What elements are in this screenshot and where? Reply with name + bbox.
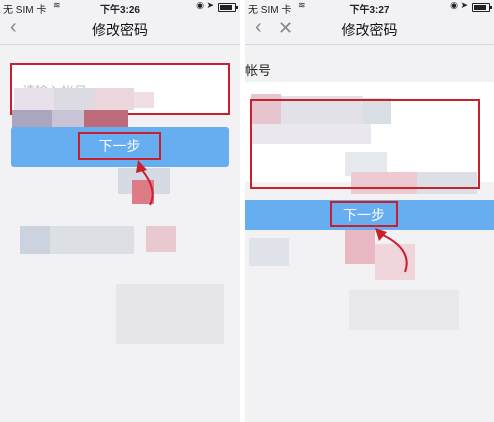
left-phone-screen: 无 SIM 卡 ≋ 下午3:26 ◉ ➤ ‹ 修改密码 请输入帐号 下一步 [0, 0, 240, 422]
privacy-mosaic [0, 160, 240, 360]
page-title: 修改密码 [92, 22, 148, 38]
location-icon: ◉ ➤ [450, 0, 468, 10]
battery-icon [472, 3, 492, 12]
account-field-label: 帐号 [245, 63, 272, 78]
next-button[interactable]: 下一步 [245, 200, 494, 230]
account-highlight-box [250, 99, 480, 189]
location-icon: ◉ ➤ [196, 0, 214, 10]
nav-bar: ‹ ✕ 修改密码 [245, 14, 494, 45]
next-button-label: 下一步 [78, 132, 161, 160]
privacy-mosaic [245, 230, 494, 350]
next-button-label: 下一步 [330, 201, 398, 227]
page-title: 修改密码 [341, 22, 398, 38]
status-bar: 无 SIM 卡 ≋ 下午3:27 ◉ ➤ [245, 0, 494, 16]
nav-bar: ‹ 修改密码 [0, 14, 240, 45]
battery-icon [218, 3, 238, 12]
right-phone-screen: 无 SIM 卡 ≋ 下午3:27 ◉ ➤ ‹ ✕ 修改密码 帐号 下一步 [245, 0, 494, 422]
status-bar: 无 SIM 卡 ≋ 下午3:26 ◉ ➤ [0, 0, 240, 16]
